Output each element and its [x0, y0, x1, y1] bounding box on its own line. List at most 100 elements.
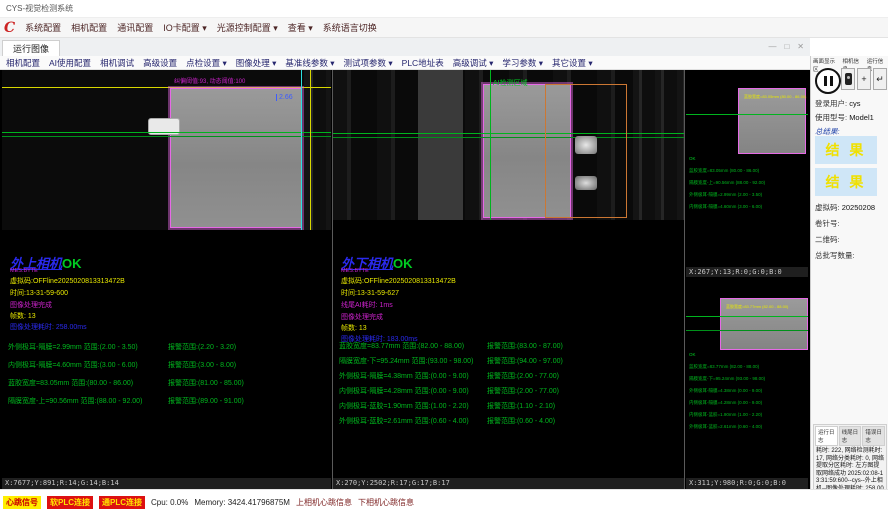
plus-icon: +	[861, 74, 866, 84]
left-measurement-row: 隔膜宽度-上=90.56mm 范围:(88.00 - 92.00)	[8, 396, 142, 406]
camera-button[interactable]	[841, 68, 855, 90]
heartbeat-badge: 心跳信号	[3, 496, 41, 509]
menu-language-switch[interactable]: 系统语言切换	[323, 21, 377, 34]
thumb-bottom-green-line-2	[686, 330, 808, 331]
left-threshold-overlay: 纠偏阈值:93, 动态阈值:100	[174, 76, 245, 85]
middle-green-measure-line-2	[333, 137, 684, 138]
maximize-icon[interactable]: □	[784, 42, 789, 51]
middle-camera-panel: AI检测区域 外下相机OK MES:BYTE 虚拟码:OFFline202502…	[333, 70, 684, 489]
middle-camera-image[interactable]: AI检测区域	[333, 70, 684, 220]
login-user-value[interactable]: cys	[849, 99, 860, 108]
left-pixel-readout: X:7677;Y:891;R:14;G:14;B:14	[2, 478, 331, 489]
left-done-line: 图像处理完成	[10, 300, 52, 310]
batch-count-label: 总批写数量:	[815, 250, 855, 261]
thumbnail-camera-bottom[interactable]: 蓝胶宽度=83.77mm (82.00 - 88.00) OK 蓝胶宽度=83.…	[686, 278, 808, 489]
cpu-usage: Cpu: 0.0%	[151, 498, 188, 507]
panel-divider	[684, 70, 685, 489]
middle-measurement-row: 内侧极耳-蓝胶=1.90mm 范围:(1.00 - 2.20)	[339, 401, 469, 411]
middle-measurement-row: 内侧极耳-隔膜=4.28mm 范围:(0.00 - 9.00)	[339, 386, 469, 396]
tool-plc-address-table[interactable]: PLC地址表	[402, 57, 444, 69]
menu-io-config[interactable]: IO卡配置 ▾	[163, 21, 207, 34]
thumb-top-green-line	[686, 114, 808, 115]
tool-advanced-settings[interactable]: 高级设置	[143, 57, 177, 69]
menu-view[interactable]: 查看 ▾	[288, 21, 313, 34]
camera-icon	[845, 73, 852, 85]
tool-image-processing[interactable]: 图像处理 ▾	[236, 57, 277, 69]
comm-plc-badge: 通PLC连接	[99, 496, 145, 509]
pause-button[interactable]	[815, 68, 841, 94]
left-measurement-row: 蓝胶宽度=83.05mm 范围:(80.00 - 86.00)	[8, 378, 133, 388]
log-tab-run[interactable]: 运行日志	[815, 426, 838, 446]
tab-run-image[interactable]: 运行图像	[2, 40, 60, 57]
tool-baseline-params[interactable]: 基准线参数 ▾	[285, 57, 334, 69]
tool-learning-params[interactable]: 学习参数 ▾	[502, 57, 543, 69]
menu-camera-config[interactable]: 相机配置	[71, 21, 107, 34]
title-bar: CYS-视觉检测系统	[0, 0, 888, 18]
soft-plc-badge: 软PLC连接	[47, 496, 93, 509]
thumb-bottom-yellow-label: 蓝胶宽度=83.77mm (82.00 - 88.00)	[726, 304, 788, 310]
virtual-code-value: 20250208	[842, 203, 875, 212]
middle-green-measure-line-1	[333, 133, 684, 134]
window-controls: — □ ✕	[768, 42, 804, 51]
tool-other-settings[interactable]: 其它设置 ▾	[552, 57, 593, 69]
thumb-bottom-line: 外侧极耳-隔膜=4.38mm (0.00 - 9.00)	[689, 388, 762, 394]
thumb-top-line: 内侧极耳-隔膜=4.60mm (3.00 - 6.00)	[689, 204, 762, 210]
left-green-measure-line-1	[2, 132, 331, 133]
middle-bright-spot-1	[575, 136, 597, 154]
left-alarm-range: 报警范围:(89.00 - 91.00)	[168, 396, 244, 406]
middle-measurement-row: 隔膜宽度-下=95.24mm 范围:(93.00 - 98.00)	[339, 356, 473, 366]
thumb-top-ok-label: OK	[689, 156, 696, 161]
thumb-top-line: 外侧极耳-隔膜=2.99mm (2.00 - 3.50)	[689, 192, 762, 198]
thumb-bottom-green-line-1	[686, 316, 808, 317]
window-title: CYS-视觉检测系统	[6, 4, 73, 13]
status-bar: 心跳信号 软PLC连接 通PLC连接 Cpu: 0.0% Memory: 342…	[0, 489, 888, 522]
result-box-top: 结 果	[815, 136, 877, 164]
thumb-top-yellow-label: 蓝胶宽度=83.05mm (80.00 - 86.00)	[744, 94, 806, 100]
menu-light-config[interactable]: 光源控制配置 ▾	[217, 21, 278, 34]
model-value[interactable]: Model1	[849, 113, 874, 122]
model-row: 使用型号: Model1	[815, 112, 874, 123]
tool-camera-debug[interactable]: 相机调试	[100, 57, 134, 69]
tool-spotcheck-settings[interactable]: 点检设置 ▾	[186, 57, 227, 69]
middle-barcode-line: 虚拟码:OFFline2025020813313472B	[341, 276, 456, 286]
menu-system-config[interactable]: 系统配置	[25, 21, 61, 34]
middle-alarm-range: 报警范围:(1.10 - 2.10)	[487, 401, 555, 411]
minimize-icon[interactable]: —	[768, 42, 776, 51]
return-button[interactable]: ↵	[873, 68, 887, 90]
add-button[interactable]: +	[857, 68, 871, 90]
tool-ai-config[interactable]: AI使用配置	[49, 57, 91, 69]
left-cyan-edge-line	[301, 70, 302, 230]
left-status-ok: OK	[62, 256, 82, 271]
result-box-bottom: 结 果	[815, 168, 877, 196]
thumb-bottom-pixel-readout: X:311;Y:980;R:0;G:0;B:0	[686, 478, 808, 489]
middle-time-line: 时间:13-31-59-627	[341, 288, 399, 298]
pause-icon	[830, 76, 833, 86]
toolbar: 相机配置 AI使用配置 相机调试 高级设置 点检设置 ▾ 图像处理 ▾ 基准线参…	[0, 56, 810, 70]
log-panel: 运行日志 线尾日志 错误日志 耗时: 222, 网络检测耗时: 17, 网络分类…	[813, 424, 887, 494]
thumb-top-line: 隔膜宽度-上=90.56mm (88.00 - 92.00)	[689, 180, 765, 186]
log-tab-error[interactable]: 错误日志	[862, 426, 885, 446]
left-camera-image[interactable]: 纠偏阈值:93, 动态阈值:100 2.66	[2, 70, 331, 230]
middle-bright-spot-2	[575, 176, 597, 190]
login-user-row: 登录用户: cys	[815, 98, 860, 109]
tool-advanced-debug[interactable]: 高级调试 ▾	[453, 57, 494, 69]
left-alarm-range: 报警范围:(3.00 - 8.00)	[168, 360, 236, 370]
left-elapsed-line: 图像处理耗时: 258.00ms	[10, 322, 87, 332]
left-camera-panel: 纠偏阈值:93, 动态阈值:100 2.66 外上相机OK MES:BYTE 虚…	[2, 70, 331, 489]
tool-test-params[interactable]: 测试项参数 ▾	[344, 57, 393, 69]
menu-bar: C 系统配置 相机配置 通讯配置 IO卡配置 ▾ 光源控制配置 ▾ 查看 ▾ 系…	[0, 18, 888, 38]
middle-alarm-range: 报警范围:(2.00 - 77.00)	[487, 371, 559, 381]
left-barcode-line: 虚拟码:OFFline2025020813313472B	[10, 276, 125, 286]
menu-comm-config[interactable]: 通讯配置	[117, 21, 153, 34]
middle-alarm-range: 报警范围:(83.00 - 87.00)	[487, 341, 563, 351]
left-yellow-edge-line	[310, 70, 311, 230]
log-tab-lineend[interactable]: 线尾日志	[839, 426, 862, 446]
right-sidebar: 画面显示区 相机信息 运行信息 + ↵ 登录用户: cys 使用型号: Mode…	[810, 56, 888, 496]
tool-camera-config[interactable]: 相机配置	[6, 57, 40, 69]
log-tabs: 运行日志 线尾日志 错误日志	[814, 425, 886, 447]
middle-measurement-row: 外侧极耳-蓝胶=2.61mm 范围:(0.60 - 4.00)	[339, 416, 469, 426]
left-image-background-stripes	[304, 70, 331, 230]
middle-status-ok: OK	[393, 256, 413, 271]
thumbnail-camera-top[interactable]: 蓝胶宽度=83.05mm (80.00 - 86.00) OK 蓝胶宽度=83.…	[686, 70, 808, 267]
close-icon[interactable]: ✕	[797, 42, 804, 51]
